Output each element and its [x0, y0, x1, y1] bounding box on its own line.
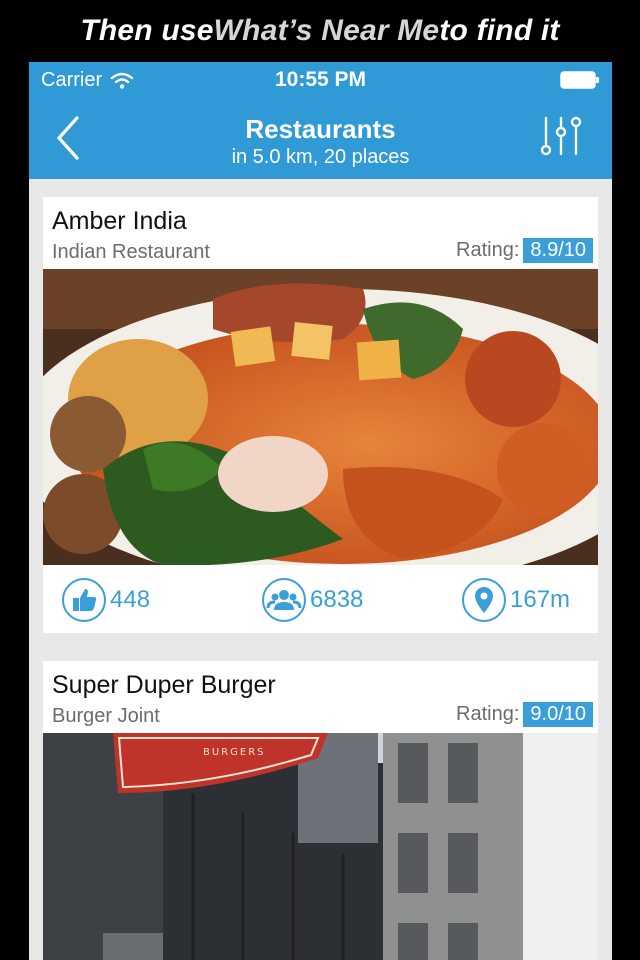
distance-stat[interactable]: 167m: [461, 577, 570, 623]
storefront-image: BURGERS: [43, 733, 598, 960]
place-photo[interactable]: [43, 269, 598, 565]
battery-icon: [560, 71, 599, 89]
distance-value: 167m: [510, 586, 571, 613]
place-photo[interactable]: BURGERS: [43, 733, 598, 960]
rating-badge: 8.9/10: [523, 238, 593, 263]
likes-stat[interactable]: 448: [61, 577, 150, 623]
back-chevron-icon: [57, 116, 79, 160]
status-bar: Carrier 10:55 PM: [29, 62, 612, 98]
food-plate-image: [43, 269, 598, 565]
sign-text: BURGERS: [203, 747, 266, 758]
likes-count: 448: [110, 586, 151, 613]
page-title: Restaurants: [245, 114, 396, 144]
thumbs-up-icon: [62, 578, 106, 622]
nav-title-block: Restaurants in 5.0 km, 20 places: [129, 114, 512, 170]
place-category: Burger Joint: [52, 705, 160, 727]
place-card[interactable]: Super Duper Burger Burger Joint Rating: …: [43, 661, 598, 960]
rating-badge: 9.0/10: [523, 702, 593, 727]
promo-banner: Then use What’s Near Me to find it: [0, 0, 640, 62]
filter-sliders-icon: [540, 116, 582, 156]
location-pin-icon: [462, 578, 506, 622]
navigation-bar: Carrier 10:55 PM Restaurants in 5.0 km, …: [29, 62, 612, 179]
place-category: Indian Restaurant: [52, 241, 210, 263]
place-name: Super Duper Burger: [52, 671, 276, 699]
checkins-count: 6838: [310, 586, 364, 613]
banner-prefix: Then use: [80, 14, 214, 47]
back-button[interactable]: [51, 114, 87, 162]
place-rating: Rating: 9.0/10: [456, 702, 593, 727]
phone-screen: Carrier 10:55 PM Restaurants in 5.0 km, …: [29, 62, 612, 960]
place-card-header: Amber India Indian Restaurant Rating: 8.…: [43, 197, 598, 269]
place-card-header: Super Duper Burger Burger Joint Rating: …: [43, 661, 598, 733]
rating-label: Rating:: [456, 703, 520, 725]
banner-suffix: to find it: [439, 14, 560, 47]
rating-label: Rating:: [456, 239, 520, 261]
place-stats: 448 6838 167m: [43, 565, 598, 633]
filter-button[interactable]: [536, 112, 586, 160]
status-time: 10:55 PM: [274, 68, 367, 91]
checkins-stat[interactable]: 6838: [261, 577, 363, 623]
place-name: Amber India: [52, 207, 187, 235]
banner-app-name: What’s Near Me: [213, 14, 440, 47]
page-subtitle: in 5.0 km, 20 places: [231, 146, 410, 168]
people-icon: [262, 578, 306, 622]
place-card[interactable]: Amber India Indian Restaurant Rating: 8.…: [43, 197, 598, 633]
place-rating: Rating: 8.9/10: [456, 238, 593, 263]
